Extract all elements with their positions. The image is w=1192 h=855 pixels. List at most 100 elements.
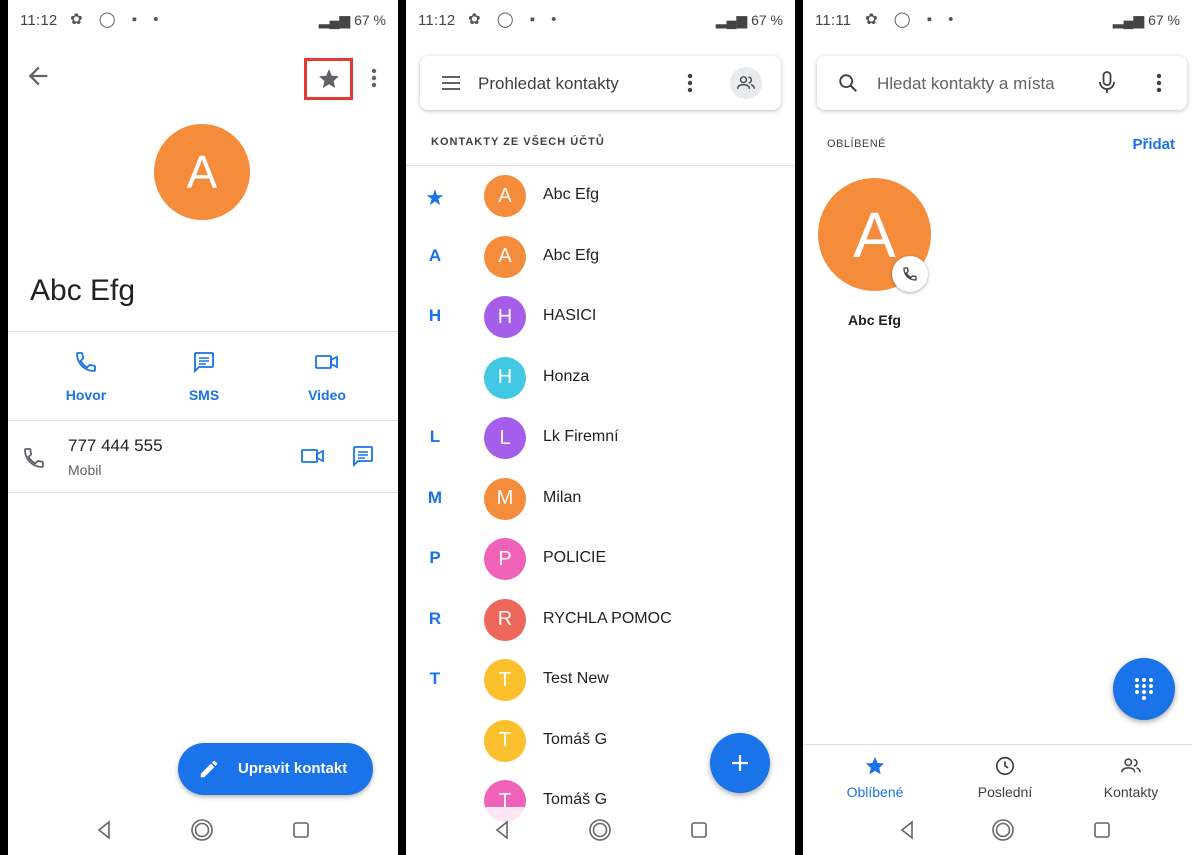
favorite-star-button[interactable] bbox=[304, 58, 353, 100]
search-bar[interactable]: Hledat kontakty a místa bbox=[817, 56, 1187, 110]
contact-avatar: T bbox=[484, 659, 526, 701]
avatar-letter: A bbox=[498, 184, 512, 207]
status-right: ▂▄▆ 67 % bbox=[1112, 12, 1180, 28]
contact-row[interactable]: M M Milan bbox=[406, 469, 795, 530]
video-call-button[interactable] bbox=[300, 444, 326, 473]
back-button[interactable] bbox=[24, 62, 52, 90]
back-arrow-icon bbox=[28, 66, 48, 86]
contact-row[interactable]: H Honza bbox=[406, 348, 795, 409]
index-letter: L bbox=[429, 427, 441, 446]
contact-avatar: T bbox=[484, 719, 526, 762]
avatar-letter: R bbox=[497, 608, 513, 630]
tab-oblibene-label: Oblíbené bbox=[846, 784, 904, 800]
action-video-label: Video bbox=[308, 387, 346, 403]
tab-oblibene[interactable]: Oblíbené bbox=[823, 755, 927, 800]
contact-row[interactable]: P P POLICIE bbox=[406, 529, 795, 590]
avatar-letter: T bbox=[498, 729, 512, 751]
message-icon bbox=[353, 446, 373, 468]
action-sms-label: SMS bbox=[188, 387, 220, 403]
more-options-button[interactable] bbox=[364, 64, 384, 92]
search-input[interactable]: Prohledat kontakty bbox=[478, 74, 619, 94]
contact-avatar: A bbox=[484, 235, 526, 278]
nav-recents-icon[interactable] bbox=[686, 817, 712, 843]
contact-row[interactable]: L L Lk Firemní bbox=[406, 408, 795, 469]
nav-back-icon[interactable] bbox=[490, 817, 516, 843]
tab-posledni[interactable]: Poslední bbox=[953, 755, 1057, 800]
nav-recents-icon[interactable] bbox=[1089, 817, 1115, 843]
contact-avatar: A bbox=[484, 175, 526, 217]
account-button[interactable] bbox=[730, 67, 762, 99]
contact-name: Milan bbox=[543, 488, 582, 506]
section-header: KONTAKTY ZE VŠECH ÚČTŮ bbox=[431, 136, 605, 148]
dialpad-fab[interactable] bbox=[1113, 658, 1175, 720]
contacts-list-screen: 11:12 ✿ ◯ ▪ • ▂▄▆ 67 % Prohledat kontakt… bbox=[406, 0, 795, 855]
status-bar: 11:12 ✿ ◯ ▪ • ▂▄▆ 67 % bbox=[406, 0, 795, 40]
message-icon bbox=[194, 352, 214, 374]
tab-posledni-label: Poslední bbox=[977, 784, 1033, 800]
favorites-screen: 11:11 ✿ ◯ ▪ • ▂▄▆ 67 % Hledat kontakty a… bbox=[803, 0, 1192, 855]
contact-avatar: R bbox=[484, 598, 526, 641]
action-video[interactable]: Video bbox=[295, 350, 359, 403]
pencil-icon bbox=[200, 760, 218, 778]
more-vert-icon[interactable] bbox=[682, 69, 698, 97]
tab-kontakty[interactable]: Kontakty bbox=[1079, 755, 1183, 800]
avatar-letter: P bbox=[498, 547, 512, 570]
search-bar[interactable]: Prohledat kontakty bbox=[420, 56, 781, 110]
index-letter: P bbox=[429, 548, 441, 567]
nav-recents-icon[interactable] bbox=[288, 817, 314, 843]
contact-avatar: M bbox=[484, 477, 526, 520]
edit-contact-label: Upravit kontakt bbox=[238, 760, 348, 777]
status-notification-icons: ✿ ◯ ▪ • bbox=[468, 11, 563, 28]
favorite-call-button[interactable] bbox=[892, 256, 928, 292]
status-bar: 11:12 ✿ ◯ ▪ • ▂▄▆ 67 % bbox=[8, 0, 398, 40]
contact-detail-screen: 11:12 ✿ ◯ ▪ • ▂▄▆ 67 % A Abc Efg Hovor S… bbox=[8, 0, 398, 855]
contact-row[interactable]: R R RYCHLA POMOC bbox=[406, 590, 795, 651]
index-letter: A bbox=[428, 245, 442, 265]
nav-home-icon[interactable] bbox=[587, 817, 613, 843]
action-sms[interactable]: SMS bbox=[172, 350, 236, 403]
status-notification-icons: ✿ ◯ ▪ • bbox=[70, 11, 165, 28]
menu-icon[interactable] bbox=[440, 73, 462, 93]
divider bbox=[8, 331, 398, 332]
system-nav-bar bbox=[406, 807, 795, 855]
contact-name: Test New bbox=[543, 670, 609, 687]
contact-name: Tomáš G bbox=[543, 730, 608, 748]
phone-icon bbox=[76, 352, 96, 372]
contact-row[interactable]: T T Test New bbox=[406, 650, 795, 711]
status-time: 11:12 bbox=[20, 12, 58, 29]
add-favorite-link[interactable]: Přidat bbox=[1132, 136, 1175, 153]
status-time: 11:12 bbox=[418, 12, 456, 29]
phone-icon bbox=[903, 267, 917, 281]
more-vert-icon[interactable] bbox=[1151, 69, 1167, 97]
action-hovor-label: Hovor bbox=[65, 387, 107, 403]
nav-back-icon[interactable] bbox=[92, 817, 118, 843]
contact-row[interactable]: H H HASICI bbox=[406, 287, 795, 348]
avatar-letter: L bbox=[499, 426, 511, 449]
status-right: ▂▄▆ 67 % bbox=[715, 12, 783, 28]
edit-contact-button[interactable]: Upravit kontakt bbox=[178, 743, 373, 795]
star-icon: ★ bbox=[425, 185, 445, 210]
dialpad-icon bbox=[1135, 678, 1153, 700]
contact-name: Honza bbox=[543, 367, 590, 385]
favorite-tile[interactable]: A Abc Efg bbox=[818, 178, 932, 338]
avatar-letter: H bbox=[497, 305, 513, 328]
avatar-letter: T bbox=[498, 668, 512, 691]
action-hovor[interactable]: Hovor bbox=[54, 350, 118, 403]
microphone-icon[interactable] bbox=[1097, 70, 1117, 96]
search-input[interactable]: Hledat kontakty a místa bbox=[877, 74, 1055, 94]
phone-row[interactable]: 777 444 555 Mobil bbox=[8, 424, 398, 490]
contact-row[interactable]: A A Abc Efg bbox=[406, 227, 795, 288]
tab-kontakty-label: Kontakty bbox=[1103, 784, 1159, 800]
contact-avatar: P bbox=[484, 538, 526, 580]
avatar-letter: A bbox=[853, 198, 896, 271]
people-icon bbox=[737, 76, 755, 89]
index-letter: R bbox=[428, 608, 442, 628]
nav-home-icon[interactable] bbox=[189, 817, 215, 843]
add-contact-fab[interactable] bbox=[710, 733, 770, 793]
nav-back-icon[interactable] bbox=[895, 817, 921, 843]
video-icon bbox=[315, 355, 338, 369]
send-sms-button[interactable] bbox=[351, 444, 375, 473]
contact-name: Lk Firemní bbox=[543, 428, 619, 445]
nav-home-icon[interactable] bbox=[990, 817, 1016, 843]
contact-row[interactable]: ★ A Abc Efg bbox=[406, 166, 795, 227]
